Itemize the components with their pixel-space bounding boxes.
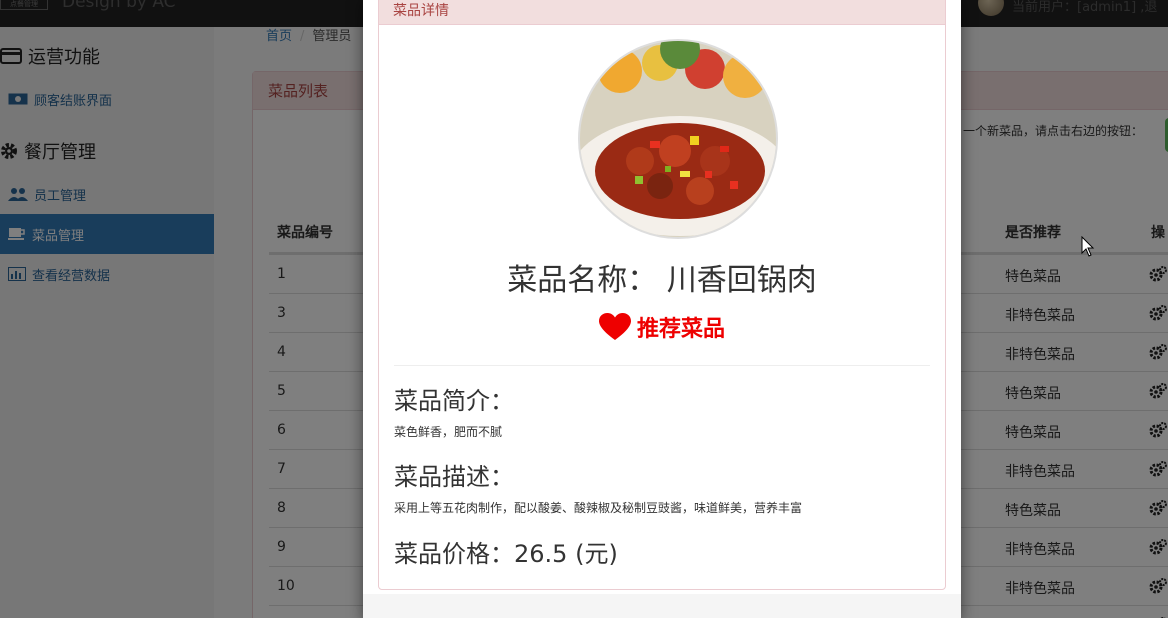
price-label: 菜品价格： — [394, 540, 514, 568]
price-row: 菜品价格：26.5 (元) — [394, 534, 618, 569]
intro-heading: 菜品简介： — [394, 387, 514, 415]
mouse-cursor-icon — [1081, 236, 1095, 257]
price-unit: (元) — [575, 540, 618, 568]
description-text: 采用上等五花肉制作，配以酸姜、酸辣椒及秘制豆豉酱，味道鲜美，营养丰富 — [394, 501, 803, 515]
dish-photo — [578, 39, 778, 239]
recommend-badge: 推荐菜品 — [379, 311, 945, 343]
modal-title: 菜品详情 — [379, 0, 945, 25]
intro-text: 菜色鲜香，肥而不腻 — [394, 425, 503, 439]
description-heading: 菜品描述： — [394, 463, 514, 491]
dish-name-value: 川香回锅肉 — [666, 263, 817, 298]
recommend-label: 推荐菜品 — [636, 317, 725, 342]
modal-footer — [363, 594, 961, 618]
dish-detail-panel: 菜品详情 菜品名称： 川香回锅肉 推荐菜品 菜品简介： 菜色鲜香，肥而不腻 菜品… — [378, 0, 946, 590]
detail-divider — [394, 365, 930, 366]
dish-name-heading: 菜品名称： 川香回锅肉 — [379, 255, 945, 299]
dish-name-label: 菜品名称： — [507, 263, 658, 298]
heart-icon — [598, 313, 631, 340]
dish-detail-modal: 菜品详情 菜品名称： 川香回锅肉 推荐菜品 菜品简介： 菜色鲜香，肥而不腻 菜品… — [363, 0, 961, 618]
price-value: 26.5 — [514, 540, 568, 568]
dish-image — [580, 41, 776, 237]
